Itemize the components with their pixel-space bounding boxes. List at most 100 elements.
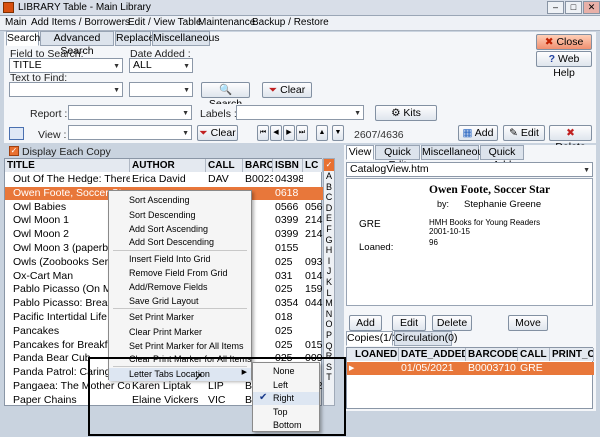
letter-tab[interactable]: G — [324, 235, 334, 246]
menu-backup[interactable]: Backup / Restore — [252, 17, 329, 28]
copy-col-loaned[interactable]: LOANED — [347, 348, 399, 361]
letter-tab[interactable]: S — [324, 362, 334, 373]
tab-search[interactable]: Search — [6, 31, 40, 46]
view-select[interactable] — [68, 125, 192, 140]
copy-move-button[interactable]: Move — [508, 315, 548, 331]
copy-delete-button[interactable]: Delete — [432, 315, 472, 331]
close-button[interactable]: ✖ Close — [536, 34, 592, 50]
letter-tab[interactable]: N — [324, 309, 334, 320]
copy-col-date-added[interactable]: DATE_ADDED — [399, 348, 466, 361]
letter-tab[interactable]: F — [324, 224, 334, 235]
letter-tab[interactable]: A — [324, 171, 334, 182]
letter-tab[interactable]: P — [324, 330, 334, 341]
letter-tab[interactable]: D — [324, 203, 334, 214]
tab-view[interactable]: View — [346, 145, 374, 160]
edit-button[interactable]: ✎ Edit — [503, 125, 545, 141]
context-menu-item[interactable]: Sort Ascending — [109, 194, 251, 207]
tab-copies[interactable]: Copies(1/1) — [346, 331, 401, 346]
context-menu-item[interactable]: Set Print Marker for All Items — [109, 340, 251, 353]
letter-tab[interactable]: I — [324, 256, 334, 267]
last-record-button[interactable]: ⏭ — [296, 125, 308, 141]
tab-miscellaneous[interactable]: Miscellaneous — [152, 31, 220, 46]
letter-tab[interactable]: O — [324, 319, 334, 330]
menu-add-items[interactable]: Add Items / Borrowers — [31, 17, 130, 28]
table-row[interactable]: Out Of The Hedge: There GoeErica David DA… — [5, 173, 323, 186]
kits-button[interactable]: ⚙ Kits — [375, 105, 437, 121]
clear-search-button[interactable]: ⏷ Clear — [262, 82, 312, 98]
context-menu-item[interactable]: Clear Print Marker — [109, 326, 251, 339]
letter-tab[interactable]: T — [324, 372, 334, 383]
prev-record-button[interactable]: ◀ — [270, 125, 282, 141]
report-select[interactable] — [68, 105, 192, 120]
submenu-item[interactable]: Left — [253, 379, 319, 392]
tab-replace[interactable]: Replace — [115, 31, 155, 46]
search-button[interactable]: 🔍 Search — [201, 82, 250, 110]
add-button[interactable]: ▦ Add — [458, 125, 498, 141]
tab-quick-edit[interactable]: Quick Edit — [375, 145, 420, 171]
close-window-button[interactable]: ✕ — [583, 1, 600, 14]
context-menu-item[interactable]: Save Grid Layout — [109, 295, 251, 308]
context-menu-item[interactable]: Add Sort Descending — [109, 236, 251, 249]
submenu-item[interactable]: None — [253, 365, 319, 378]
letter-tab[interactable]: R — [324, 351, 334, 362]
copy-col-barcode[interactable]: BARCODE — [466, 348, 518, 361]
submenu-item[interactable]: Bottom — [253, 419, 319, 432]
maximize-button[interactable]: □ — [565, 1, 582, 14]
first-record-button[interactable]: ⏮ — [257, 125, 269, 141]
context-menu-item[interactable]: Add Sort Ascending — [109, 223, 251, 236]
menu-edit-view[interactable]: Edit / View Table — [128, 17, 202, 28]
field-to-search-select[interactable]: TITLE — [9, 58, 123, 73]
move-up-button[interactable]: ▲ — [316, 125, 328, 141]
letter-tab[interactable]: E — [324, 213, 334, 224]
col-author[interactable]: AUTHOR — [130, 159, 206, 172]
context-menu-item[interactable]: Sort Descending — [109, 209, 251, 222]
copies-grid[interactable]: LOANED DATE_ADDED BARCODE CALL PRINT_C ▶… — [346, 347, 594, 409]
copy-col-print[interactable]: PRINT_C — [550, 348, 594, 361]
context-menu-item[interactable]: Insert Field Into Grid — [109, 253, 251, 266]
menu-main[interactable]: Main — [5, 17, 27, 28]
copy-add-button[interactable]: Add — [349, 315, 382, 331]
text-to-find-input[interactable] — [9, 82, 123, 97]
col-isbn[interactable]: ISBN — [273, 159, 303, 172]
context-menu-item[interactable]: Clear Print Marker for All Items — [109, 353, 252, 366]
tab-quick-add[interactable]: Quick Add — [480, 145, 524, 171]
copy-edit-button[interactable]: Edit — [392, 315, 426, 331]
table-cell: Pangaea: The Mother Contin — [13, 380, 130, 392]
submenu-item[interactable]: Top — [253, 406, 319, 419]
letter-tab[interactable]: H — [324, 245, 334, 256]
minimize-button[interactable]: – — [547, 1, 564, 14]
context-menu-item[interactable]: Letter Tabs Location — [109, 368, 251, 381]
col-call[interactable]: CALL — [206, 159, 243, 172]
menu-maintenance[interactable]: Maintenance — [198, 17, 255, 28]
letter-tab[interactable]: B — [324, 182, 334, 193]
view-clear-button[interactable]: ⏷ Clear — [197, 125, 238, 141]
date-added-select[interactable]: ALL — [129, 58, 193, 73]
copy-col-call[interactable]: CALL — [518, 348, 550, 361]
context-menu-item[interactable]: Add/Remove Fields — [109, 281, 251, 294]
date-secondary-select[interactable] — [129, 82, 193, 97]
delete-button[interactable]: ✖ Delete — [549, 125, 592, 153]
move-down-button[interactable]: ▼ — [332, 125, 344, 141]
context-menu-item[interactable]: Remove Field From Grid — [109, 267, 251, 280]
web-help-button[interactable]: ? Web Help — [536, 51, 592, 79]
display-each-copy-checkbox[interactable]: ✓ — [9, 146, 19, 156]
tab-miscellaneous-view[interactable]: Miscellaneous — [421, 145, 489, 160]
letter-tab[interactable]: K — [324, 277, 334, 288]
tab-advanced-search[interactable]: Advanced Search — [40, 31, 114, 57]
col-barcode[interactable]: BARCOD — [243, 159, 273, 172]
letter-tabs-checkbox[interactable]: ✓ — [324, 159, 334, 171]
copy-row[interactable]: ▶ 01/05/2021 B0003710 GRE — [347, 362, 594, 375]
labels-select[interactable] — [236, 105, 364, 120]
context-menu-item[interactable]: Set Print Marker — [109, 311, 251, 324]
tab-circulation[interactable]: Circulation(0) — [394, 331, 457, 346]
col-title[interactable]: TITLE — [5, 159, 130, 172]
catalog-view-select[interactable]: CatalogView.htm — [346, 162, 593, 177]
letter-tab[interactable]: L — [324, 288, 334, 299]
col-lc[interactable]: LC — [303, 159, 323, 172]
next-record-button[interactable]: ▶ — [283, 125, 295, 141]
letter-tab[interactable]: Q — [324, 341, 334, 352]
grid-layout-icon[interactable] — [9, 127, 24, 140]
letter-tab[interactable]: J — [324, 266, 334, 277]
letter-tab[interactable]: M — [324, 298, 334, 309]
letter-tab[interactable]: C — [324, 192, 334, 203]
